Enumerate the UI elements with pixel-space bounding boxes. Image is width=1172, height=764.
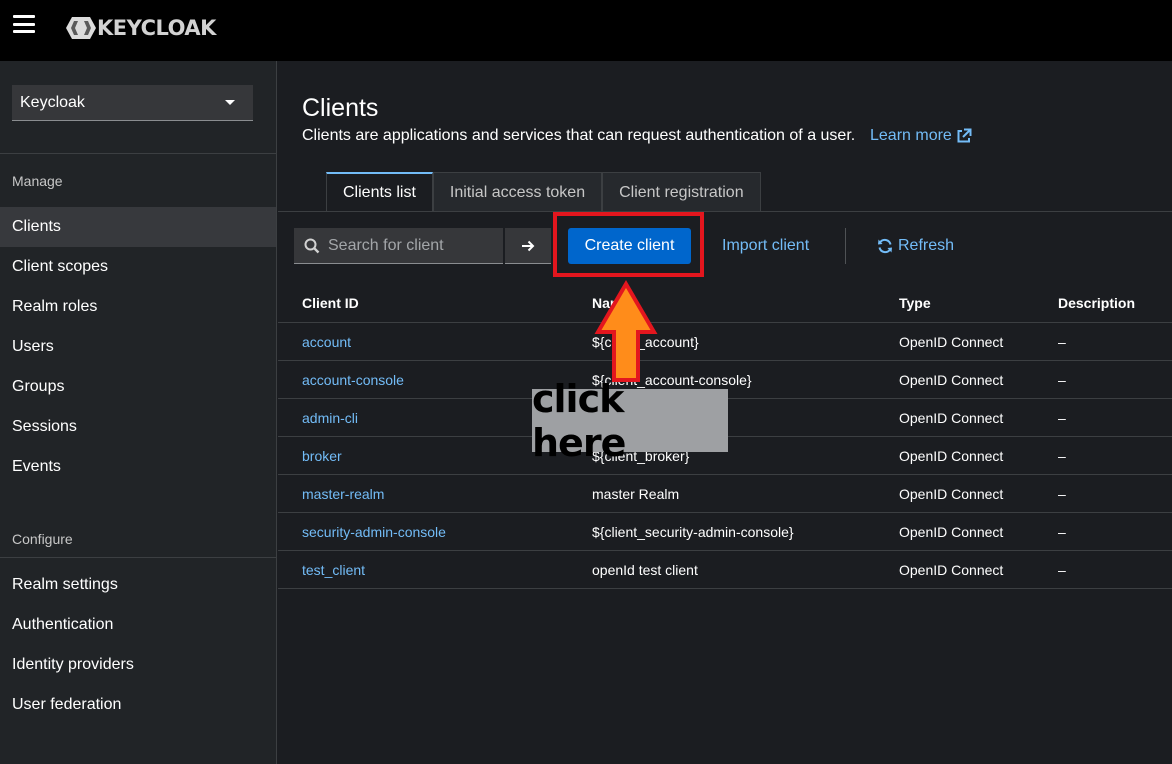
client-description: – [1058,561,1066,578]
sidebar-item-events[interactable]: Events [0,447,276,487]
client-type: OpenID Connect [899,485,1004,502]
sidebar-item-groups[interactable]: Groups [0,367,276,407]
caret-down-icon [225,100,235,105]
tab-initial-access-token[interactable]: Initial access token [432,172,603,212]
sidebar: Keycloak Manage Clients Client scopes Re… [0,61,277,764]
client-id-link[interactable]: test_client [302,562,365,578]
client-type: OpenID Connect [899,447,1004,464]
client-description: – [1058,447,1066,464]
column-header-type[interactable]: Type [875,295,1034,311]
sidebar-item-users[interactable]: Users [0,327,276,367]
column-header-client-id[interactable]: Client ID [278,295,568,311]
external-link-icon [957,128,972,143]
search-icon [304,238,320,253]
client-type: OpenID Connect [899,333,1004,350]
column-header-description[interactable]: Description [1034,295,1172,311]
sidebar-item-realm-roles[interactable]: Realm roles [0,287,276,327]
refresh-button[interactable]: Refresh [877,228,954,264]
tab-client-registration[interactable]: Client registration [602,172,761,212]
divider [0,557,276,558]
client-type: OpenID Connect [899,371,1004,388]
client-id-link[interactable]: account [302,334,351,350]
client-description: – [1058,523,1066,540]
client-type: OpenID Connect [899,409,1004,426]
client-name: ${client_security-admin-console} [592,523,794,540]
learn-more-link[interactable]: Learn more [870,127,972,145]
hamburger-menu-icon[interactable] [13,15,35,33]
learn-more-label: Learn more [870,127,952,144]
client-id-link[interactable]: master-realm [302,486,384,502]
sidebar-item-realm-settings[interactable]: Realm settings [0,565,276,605]
search-submit-button[interactable] [505,228,551,264]
client-name: openId test client [592,561,698,578]
table-row: test_client openId test client OpenID Co… [278,551,1172,589]
sidebar-item-user-federation[interactable]: User federation [0,685,276,725]
logo-text: KEYCLOAK [97,16,216,40]
annotation-highlight-box [553,212,704,277]
sidebar-item-authentication[interactable]: Authentication [0,605,276,645]
realm-name: Keycloak [20,93,85,111]
divider [0,153,276,154]
keycloak-logo-icon [66,17,96,39]
refresh-icon [878,238,892,254]
page-title: Clients [302,94,379,122]
annotation-arrow-up-icon [594,280,658,382]
client-description: – [1058,371,1066,388]
table-row: security-admin-console ${client_security… [278,513,1172,551]
sidebar-item-client-scopes[interactable]: Client scopes [0,247,276,287]
import-client-button[interactable]: Import client [722,228,809,264]
realm-selector[interactable]: Keycloak [12,85,253,121]
refresh-label: Refresh [898,237,955,254]
arrow-right-icon [522,240,535,251]
search-box [294,228,503,264]
page-description: Clients are applications and services th… [302,127,856,144]
table-row: account ${client_account} OpenID Connect… [278,323,1172,361]
client-type: OpenID Connect [899,561,1004,578]
client-id-link[interactable]: security-admin-console [302,524,446,540]
client-id-link[interactable]: account-console [302,372,404,388]
client-description: – [1058,409,1066,426]
toolbar-separator [845,228,846,264]
search-input[interactable] [328,236,498,255]
top-bar: KEYCLOAK [0,0,1172,61]
section-label-configure: Configure [12,531,73,547]
sidebar-item-clients[interactable]: Clients [0,207,276,247]
tabs-divider [278,211,1172,212]
section-label-manage: Manage [12,173,63,189]
sidebar-item-sessions[interactable]: Sessions [0,407,276,447]
tab-bar: Clients list Initial access token Client… [326,172,761,212]
keycloak-logo[interactable]: KEYCLOAK [64,14,216,42]
sidebar-item-identity-providers[interactable]: Identity providers [0,645,276,685]
client-description: – [1058,485,1066,502]
client-id-link[interactable]: admin-cli [302,410,358,426]
table-row: master-realm master Realm OpenID Connect… [278,475,1172,513]
annotation-click-here-label: click here [532,377,728,465]
table-header: Client ID Name Type Description [278,284,1172,323]
client-name: master Realm [592,485,680,502]
tab-clients-list[interactable]: Clients list [326,172,433,212]
client-description: – [1058,333,1066,350]
client-type: OpenID Connect [899,523,1004,540]
client-id-link[interactable]: broker [302,448,342,464]
